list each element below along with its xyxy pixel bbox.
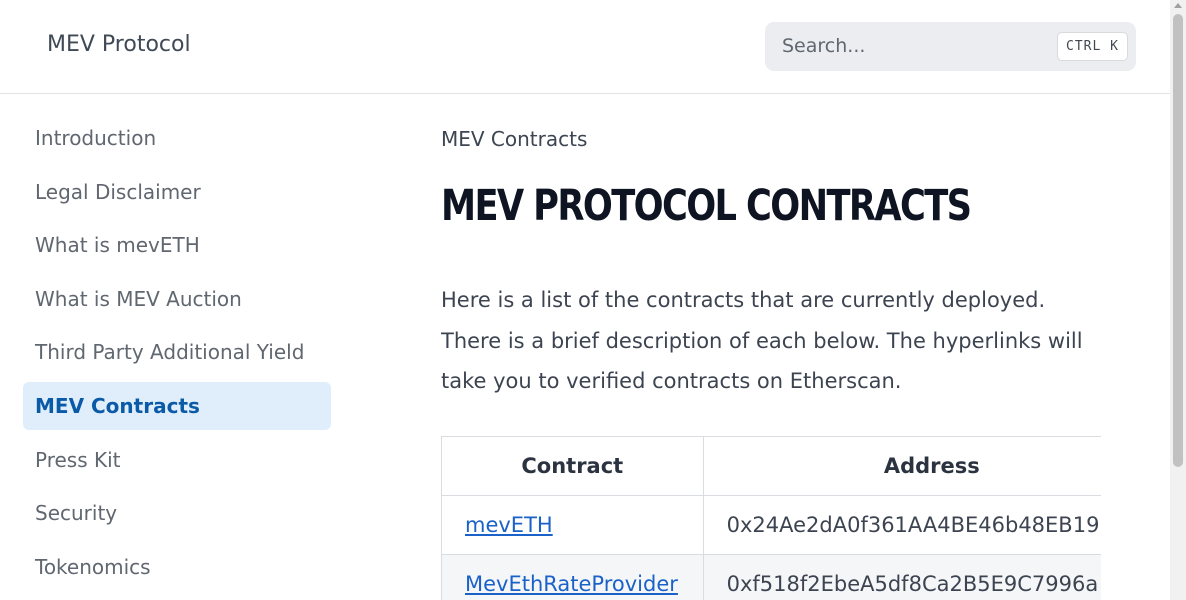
breadcrumb[interactable]: MEV Contracts — [441, 127, 587, 151]
contract-link-mevethrateprovider[interactable]: MevEthRateProvider — [465, 572, 678, 596]
table-header-row: Contract Address — [441, 436, 1101, 496]
table-row: MevEthRateProvider 0xf518f2EbeA5df8Ca2B5… — [441, 554, 1101, 600]
sidebar-item-press-kit[interactable]: Press Kit — [23, 436, 331, 484]
sidebar-item-third-party-yield[interactable]: Third Party Additional Yield — [23, 328, 331, 376]
address-cell: 0x24Ae2dA0f361AA4BE46b48EB19 — [702, 495, 1101, 555]
scrollbar-thumb[interactable] — [1173, 14, 1183, 467]
search-shortcut-hint: CTRL K — [1057, 32, 1128, 61]
scroll-up-arrow-icon[interactable] — [1174, 3, 1182, 8]
docs-sidebar: Introduction Legal Disclaimer What is me… — [23, 114, 331, 596]
sidebar-item-introduction[interactable]: Introduction — [23, 114, 331, 162]
sidebar-item-what-is-meveth[interactable]: What is mevETH — [23, 221, 331, 269]
main-content: MEV Contracts MEV Protocol Contracts Her… — [441, 94, 1101, 600]
contracts-table-wrapper: Contract Address mevETH 0x24Ae2dA0f361AA… — [441, 436, 1101, 600]
intro-paragraph: Here is a list of the contracts that are… — [441, 288, 1083, 393]
site-brand[interactable]: MEV Protocol — [47, 32, 191, 57]
search-bar[interactable]: Search... CTRL K — [765, 22, 1136, 71]
contract-link-meveth[interactable]: mevETH — [465, 513, 553, 537]
column-header-contract: Contract — [441, 436, 704, 496]
sidebar-item-legal-disclaimer[interactable]: Legal Disclaimer — [23, 168, 331, 216]
page-title: MEV Protocol Contracts — [441, 181, 972, 231]
top-navbar: MEV Protocol Search... CTRL K — [0, 0, 1170, 94]
sidebar-item-mev-contracts[interactable]: MEV Contracts — [23, 381, 331, 430]
address-cell: 0xf518f2EbeA5df8Ca2B5E9C7996a — [702, 554, 1101, 600]
column-header-address: Address — [702, 436, 1101, 496]
table-row: mevETH 0x24Ae2dA0f361AA4BE46b48EB19 — [441, 495, 1101, 555]
search-placeholder[interactable]: Search... — [782, 35, 865, 57]
vertical-scrollbar[interactable] — [1170, 0, 1186, 600]
contract-cell: mevETH — [441, 495, 704, 555]
sidebar-item-what-is-mev-auction[interactable]: What is MEV Auction — [23, 275, 331, 323]
contracts-table: Contract Address mevETH 0x24Ae2dA0f361AA… — [441, 436, 1101, 600]
sidebar-item-tokenomics[interactable]: Tokenomics — [23, 543, 331, 591]
contract-cell: MevEthRateProvider — [441, 554, 704, 600]
sidebar-item-security[interactable]: Security — [23, 489, 331, 537]
